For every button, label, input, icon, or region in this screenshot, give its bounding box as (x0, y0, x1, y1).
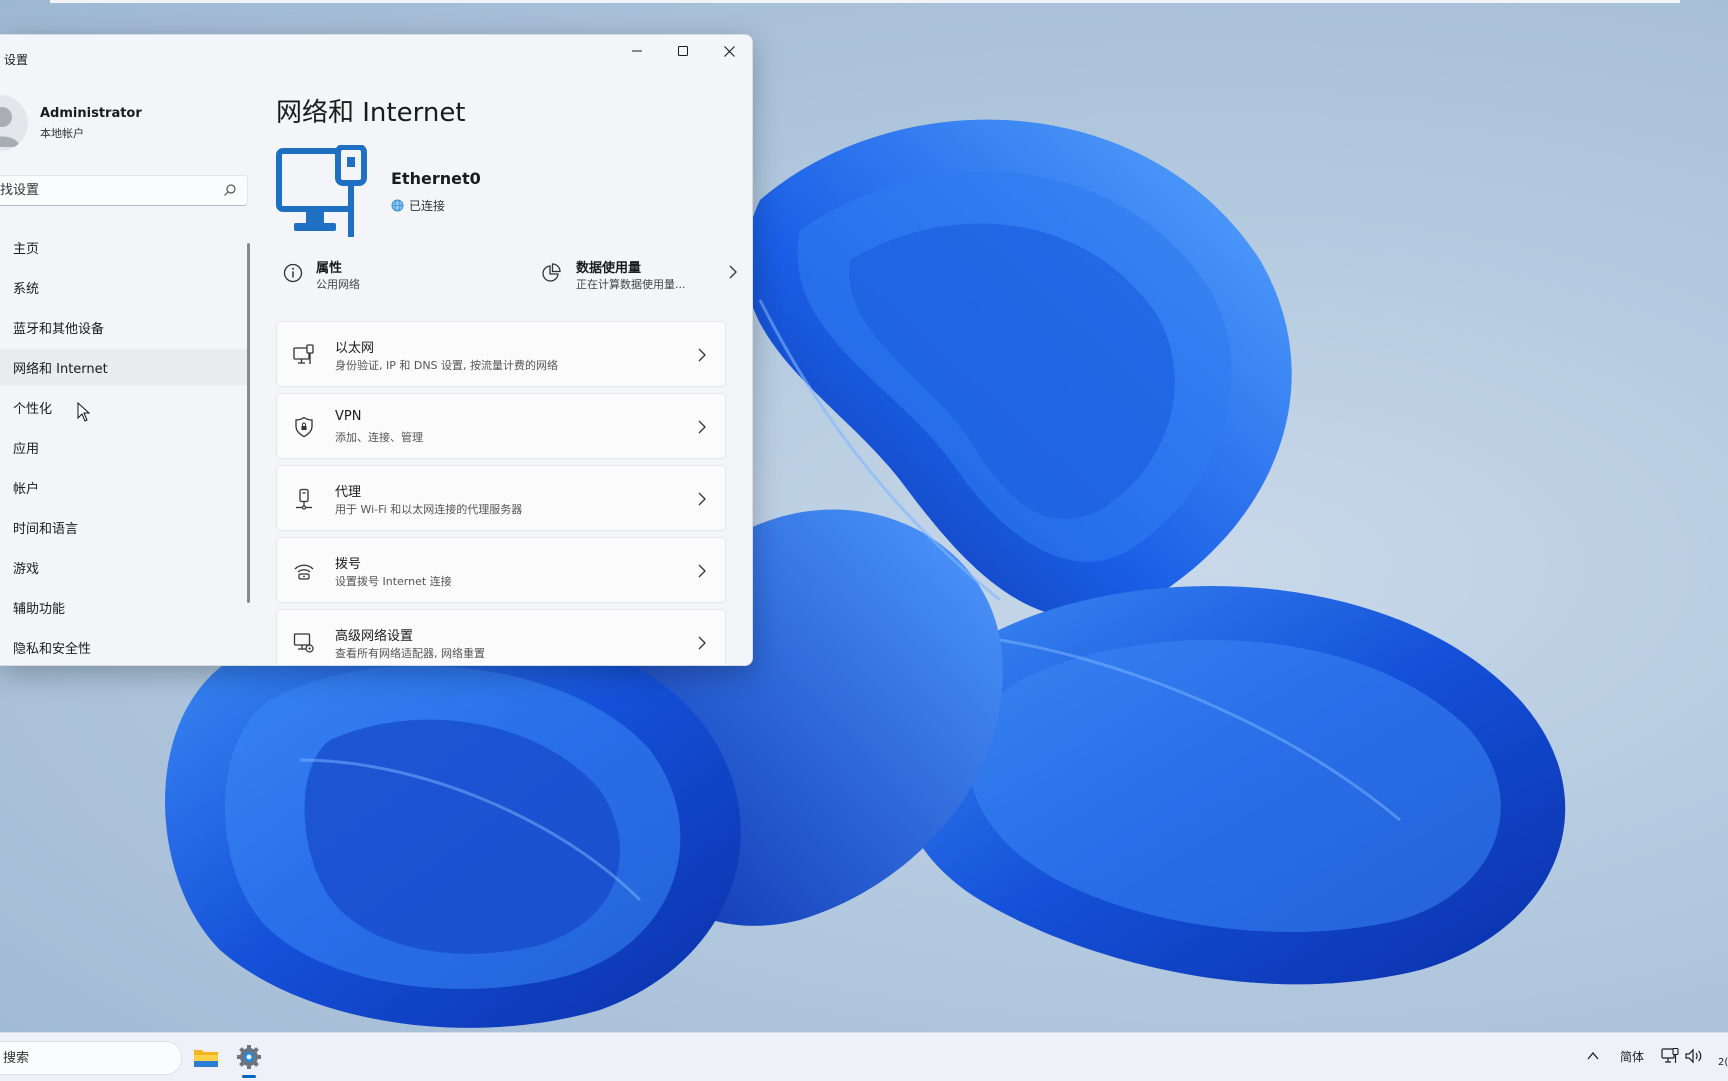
user-profile[interactable]: Administrator 本地帐户 (0, 95, 240, 155)
taskbar-search-input[interactable] (1, 1042, 175, 1074)
sidebar-item-label: 系统 (13, 282, 40, 297)
sidebar-item-label: 网络和 Internet (13, 362, 108, 377)
chevron-right-icon (698, 420, 706, 434)
advanced-network-card[interactable]: 高级网络设置 查看所有网络适配器, 网络重置 (276, 609, 726, 665)
dialup-card[interactable]: 拨号 设置拨号 Internet 连接 (276, 537, 726, 603)
sidebar-item-time-language[interactable]: 时间和语言 (0, 509, 248, 545)
chevron-right-icon (729, 265, 737, 279)
sidebar-item-personalization[interactable]: 个性化 (0, 389, 248, 425)
sidebar-scrollbar[interactable] (247, 243, 250, 603)
chevron-up-icon[interactable] (1586, 1049, 1600, 1063)
card-subtitle: 查看所有网络适配器, 网络重置 (335, 647, 485, 660)
settings-search[interactable] (0, 175, 248, 206)
card-subtitle: 设置拨号 Internet 连接 (335, 575, 452, 588)
sidebar-item-label: 隐私和安全性 (13, 642, 92, 657)
sidebar-item-label: 辅助功能 (13, 602, 66, 617)
dialup-icon (294, 564, 314, 580)
chevron-right-icon (698, 492, 706, 506)
vpn-card[interactable]: VPN 添加、连接、管理 (276, 393, 726, 459)
window-title: 设置 (4, 53, 29, 67)
card-title: 以太网 (335, 341, 375, 356)
sidebar-item-label: 主页 (13, 242, 40, 257)
profile-account-type: 本地帐户 (40, 127, 84, 140)
card-subtitle: 用于 Wi-Fi 和以太网连接的代理服务器 (335, 503, 523, 516)
sidebar-item-accessibility[interactable]: 辅助功能 (0, 589, 248, 625)
volume-icon[interactable] (1685, 1048, 1703, 1064)
properties-subtitle: 公用网络 (316, 278, 360, 291)
taskbar: 简体 2( (0, 1032, 1728, 1081)
sidebar-item-bluetooth[interactable]: 蓝牙和其他设备 (0, 309, 248, 345)
sidebar-item-label: 蓝牙和其他设备 (13, 322, 105, 337)
card-subtitle: 添加、连接、管理 (335, 431, 423, 444)
vpn-shield-icon (295, 416, 313, 438)
sidebar-item-label: 帐户 (13, 482, 40, 497)
chevron-right-icon (698, 348, 706, 362)
properties-title: 属性 (316, 261, 343, 276)
network-status-text: 已连接 (409, 199, 446, 213)
mouse-cursor-icon (77, 402, 91, 422)
network-status: 已连接 (391, 197, 445, 214)
search-input[interactable] (0, 176, 210, 205)
sidebar-nav: 主页 系统 蓝牙和其他设备 网络和 Internet 个性化 应用 帐户 时间和… (0, 229, 248, 665)
ethernet-card[interactable]: 以太网 身份验证, IP 和 DNS 设置, 按流量计费的网络 (276, 321, 726, 387)
tray-clock[interactable]: 2( (1718, 1057, 1728, 1068)
card-title: 拨号 (335, 557, 362, 572)
page-title: 网络和 Internet (276, 98, 466, 128)
search-icon (224, 184, 236, 196)
card-title: VPN (335, 409, 362, 424)
sidebar-item-home[interactable]: 主页 (0, 229, 248, 265)
user-icon (0, 107, 20, 147)
sidebar-item-network[interactable]: 网络和 Internet (0, 349, 248, 385)
profile-name: Administrator (40, 106, 142, 121)
sidebar-item-privacy[interactable]: 隐私和安全性 (0, 629, 248, 665)
advanced-network-icon (293, 633, 314, 653)
sidebar-item-label: 时间和语言 (13, 522, 79, 537)
taskbar-search[interactable] (0, 1041, 182, 1075)
card-title: 高级网络设置 (335, 629, 414, 644)
card-subtitle: 身份验证, IP 和 DNS 设置, 按流量计费的网络 (335, 359, 559, 372)
ethernet-icon (293, 344, 314, 364)
globe-icon (391, 199, 404, 212)
avatar (0, 95, 28, 151)
network-tray-icon[interactable] (1661, 1048, 1679, 1064)
proxy-icon (296, 488, 312, 510)
file-explorer-icon[interactable] (191, 1042, 221, 1072)
network-properties-button[interactable]: 属性 公用网络 (276, 251, 496, 295)
pie-chart-icon (542, 263, 561, 282)
sidebar-item-gaming[interactable]: 游戏 (0, 549, 248, 585)
card-title: 代理 (335, 485, 362, 500)
chevron-right-icon (698, 564, 706, 578)
settings-window: 设置 Administrator 本地帐户 主页 系统 蓝牙和其他设 (0, 34, 753, 666)
sidebar-item-system[interactable]: 系统 (0, 269, 248, 305)
active-app-indicator (242, 1075, 256, 1078)
settings-gear-icon[interactable] (234, 1042, 264, 1072)
chevron-right-icon (698, 636, 706, 650)
main-content: 网络和 Internet Ethernet0 已连接 属性 公用网络 数据使用量… (276, 35, 746, 665)
sidebar-item-label: 个性化 (13, 402, 53, 417)
ethernet-monitor-icon (276, 145, 367, 237)
sidebar-item-label: 应用 (13, 442, 40, 457)
sidebar-item-apps[interactable]: 应用 (0, 429, 248, 465)
data-usage-button[interactable]: 数据使用量 正在计算数据使用量... (541, 251, 746, 295)
sidebar-item-label: 游戏 (13, 562, 40, 577)
data-usage-subtitle: 正在计算数据使用量... (576, 278, 686, 291)
data-usage-title: 数据使用量 (576, 261, 642, 276)
proxy-card[interactable]: 代理 用于 Wi-Fi 和以太网连接的代理服务器 (276, 465, 726, 531)
network-name: Ethernet0 (391, 169, 481, 188)
info-icon (283, 263, 303, 283)
sidebar-item-accounts[interactable]: 帐户 (0, 469, 248, 505)
input-language-indicator[interactable]: 简体 (1620, 1048, 1644, 1065)
